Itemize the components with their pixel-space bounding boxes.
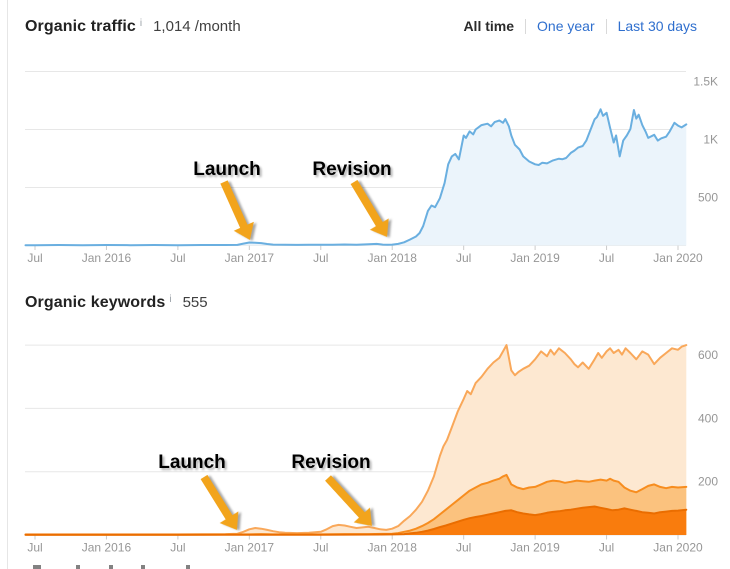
x-axis-label: Jan 2019 bbox=[510, 251, 560, 265]
analytics-panel: Organic traffic i 1,014 /month All time O… bbox=[0, 0, 730, 569]
x-axis-label: Jul bbox=[313, 541, 328, 555]
x-axis-label: Jul bbox=[456, 251, 471, 265]
x-axis-label: Jan 2016 bbox=[82, 251, 132, 265]
annotation-arrow-revision bbox=[320, 471, 380, 534]
x-axis-label: Jul bbox=[313, 251, 328, 265]
annotation-label-revision: Revision bbox=[291, 452, 370, 473]
info-icon[interactable]: i bbox=[169, 294, 171, 305]
arrow-shape bbox=[195, 471, 247, 536]
organic-traffic-value: 1,014 /month bbox=[153, 18, 241, 35]
annotation-label-launch: Launch bbox=[158, 452, 226, 473]
x-axis-label: Jul bbox=[170, 541, 185, 555]
arrow-shape bbox=[345, 176, 397, 242]
x-axis-label: Jan 2018 bbox=[368, 541, 418, 555]
time-range-option-one-year[interactable]: One year bbox=[537, 18, 595, 34]
x-axis-label: Jan 2020 bbox=[653, 251, 703, 265]
organic-traffic-title: Organic traffic bbox=[25, 18, 136, 36]
annotation-arrow-launch bbox=[195, 471, 247, 536]
clipped-mark bbox=[109, 565, 113, 569]
y-axis-label: 1.5K bbox=[693, 75, 718, 89]
x-axis-label: Jan 2020 bbox=[653, 541, 703, 555]
x-axis-label: Jul bbox=[27, 541, 42, 555]
organic-keywords-header: Organic keywords i 555 bbox=[25, 294, 697, 312]
annotation-label-revision: Revision bbox=[312, 159, 391, 180]
x-axis-label: Jul bbox=[599, 251, 614, 265]
y-axis-label: 200 bbox=[698, 475, 718, 489]
x-axis-label: Jul bbox=[456, 541, 471, 555]
time-range-tabs: All time One year Last 30 days bbox=[463, 18, 697, 34]
organic-traffic-chart[interactable]: 500 1K 1.5K Jul Jan 2016 Jul Jan 2017 Jul Jan 20… bbox=[0, 60, 730, 268]
x-axis-label: Jan 2019 bbox=[510, 541, 560, 555]
organic-keywords-value: 555 bbox=[183, 294, 208, 311]
clipped-mark bbox=[33, 565, 41, 569]
organic-traffic-header: Organic traffic i 1,014 /month All time O… bbox=[25, 18, 697, 36]
x-axis-label: Jan 2017 bbox=[225, 251, 275, 265]
x-axis-label: Jan 2018 bbox=[368, 251, 418, 265]
y-axis-label: 400 bbox=[698, 411, 718, 425]
clipped-mark bbox=[186, 565, 190, 569]
y-axis-label: 600 bbox=[698, 348, 718, 362]
arrow-shape bbox=[320, 471, 380, 534]
organic-keywords-chart[interactable]: 200 400 600 Jul Jan 2016 Jul Jan 2017 Jul Jan 20… bbox=[0, 330, 730, 569]
x-axis-label: Jul bbox=[170, 251, 185, 265]
annotation-arrow-revision bbox=[345, 176, 397, 242]
x-axis-label: Jul bbox=[599, 541, 614, 555]
annotation-label-launch: Launch bbox=[193, 159, 261, 180]
time-range-option-all-time[interactable]: All time bbox=[463, 18, 514, 34]
time-range-separator bbox=[525, 19, 526, 34]
y-axis-label: 500 bbox=[698, 191, 718, 205]
clipped-mark bbox=[141, 565, 145, 569]
x-axis-label: Jan 2016 bbox=[82, 541, 132, 555]
clipped-mark bbox=[76, 565, 80, 569]
x-axis-label: Jan 2017 bbox=[225, 541, 275, 555]
time-range-separator bbox=[606, 19, 607, 34]
organic-keywords-title: Organic keywords bbox=[25, 294, 165, 312]
info-icon[interactable]: i bbox=[140, 18, 142, 29]
time-range-option-last-30-days[interactable]: Last 30 days bbox=[618, 18, 697, 34]
y-axis-label: 1K bbox=[703, 133, 718, 147]
x-axis-label: Jul bbox=[27, 251, 42, 265]
